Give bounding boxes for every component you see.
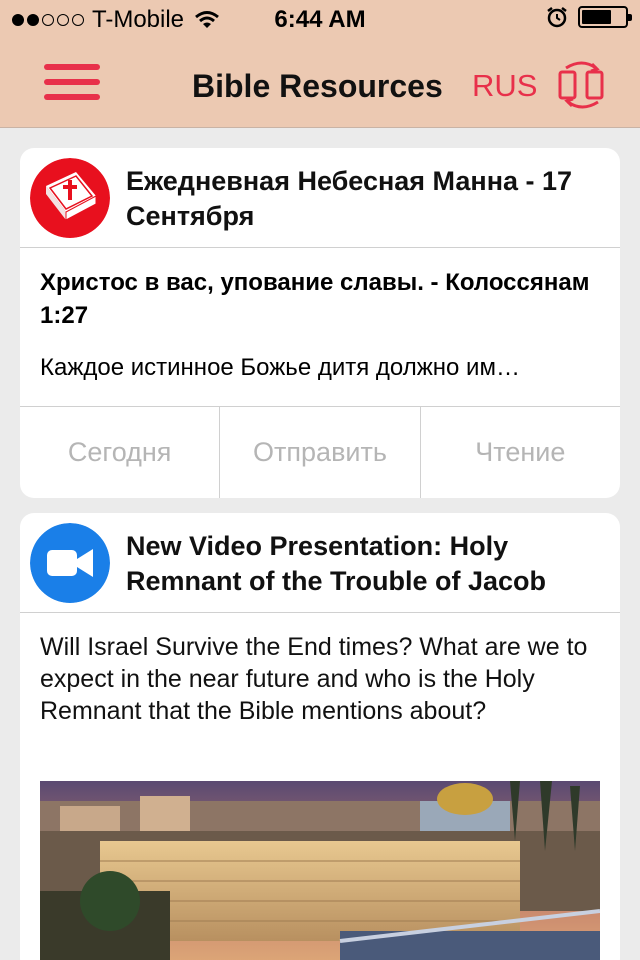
video-camera-icon <box>30 523 110 603</box>
status-bar: T-Mobile 6:44 AM <box>0 0 640 40</box>
daily-manna-card[interactable]: Ежедневная Небесная Манна - 17 Сентября … <box>20 148 620 498</box>
page-title: Bible Resources <box>192 68 443 104</box>
card-header: Ежедневная Небесная Манна - 17 Сентября <box>20 148 620 248</box>
sync-icon[interactable] <box>556 60 608 110</box>
read-button[interactable]: Чтение <box>419 407 620 498</box>
send-button[interactable]: Отправить <box>219 407 419 498</box>
verse-text: Христос в вас, упование славы. - Колосся… <box>40 269 590 329</box>
devotional-excerpt: Каждое истинное Божье дитя должно им… <box>40 354 520 381</box>
video-description: Will Israel Survive the End times? What … <box>40 633 588 725</box>
card-title: New Video Presentation: Holy Remnant of … <box>126 531 547 596</box>
today-button[interactable]: Сегодня <box>20 407 219 498</box>
language-toggle-button[interactable]: RUS <box>472 68 537 104</box>
hamburger-menu-icon[interactable] <box>44 64 100 104</box>
battery-icon <box>578 6 632 28</box>
clock: 6:44 AM <box>274 6 366 33</box>
card-actions: Сегодня Отправить Чтение <box>20 406 620 498</box>
alarm-clock-icon <box>547 7 567 28</box>
top-bar: T-Mobile 6:44 AM Bible Resources RUS <box>0 0 640 128</box>
jerusalem-photo[interactable] <box>40 781 600 960</box>
bible-book-icon <box>30 158 110 238</box>
navigation-bar: Bible Resources RUS <box>0 40 640 128</box>
card-title: Ежедневная Небесная Манна - 17 Сентября <box>126 166 573 231</box>
video-presentation-card[interactable]: New Video Presentation: Holy Remnant of … <box>20 513 620 960</box>
card-header: New Video Presentation: Holy Remnant of … <box>20 513 620 613</box>
